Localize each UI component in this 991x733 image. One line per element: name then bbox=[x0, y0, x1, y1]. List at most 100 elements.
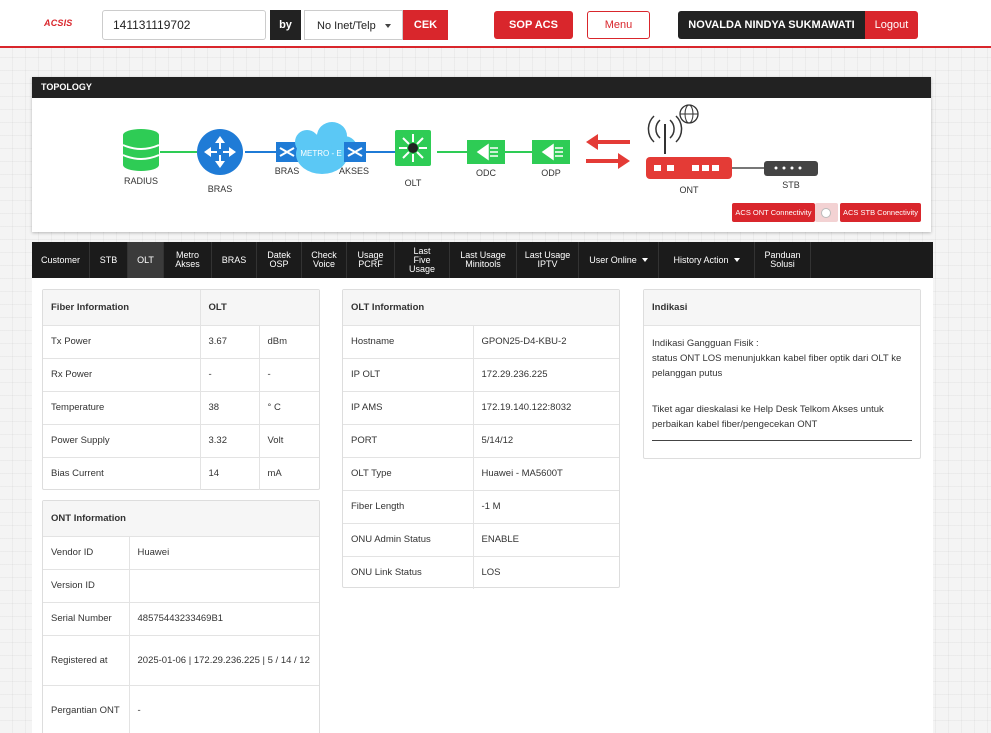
olt-value: Huawei - MA5600T bbox=[473, 457, 619, 491]
olt-title: OLT Information bbox=[343, 290, 619, 326]
top-bar: ACSIS by No Inet/Telp CEK SOP ACS Menu N… bbox=[0, 0, 991, 48]
tab-olt[interactable]: OLT bbox=[128, 242, 164, 278]
menu-button[interactable]: Menu bbox=[587, 11, 650, 39]
caret-down-icon bbox=[733, 258, 740, 262]
ont-label: Serial Number bbox=[43, 602, 130, 636]
olt-label: OLT Type bbox=[343, 457, 474, 491]
odc-icon bbox=[467, 140, 505, 164]
divider bbox=[652, 439, 912, 441]
tab-user-online-label: User Online bbox=[589, 254, 637, 265]
fiber-title: Fiber Information bbox=[43, 290, 201, 326]
acs-ont-connectivity-button[interactable]: ACS ONT Connectivity bbox=[732, 203, 815, 222]
bidirectional-arrows-icon bbox=[586, 134, 630, 169]
ont-label: Registered at bbox=[43, 635, 130, 686]
tab-stb[interactable]: STB bbox=[90, 242, 128, 278]
olt-value: 5/14/12 bbox=[473, 424, 619, 458]
olt-value: ENABLE bbox=[473, 523, 619, 557]
olt-value: LOS bbox=[481, 567, 501, 579]
fiber-value: 3.67 bbox=[200, 325, 260, 359]
tab-history-action[interactable]: History Action bbox=[659, 242, 755, 278]
olt-icon bbox=[395, 130, 431, 166]
fiber-unit: - bbox=[259, 358, 319, 392]
fiber-unit: mA bbox=[267, 468, 282, 480]
indikasi-body: Indikasi Gangguan Fisik : status ONT LOS… bbox=[644, 326, 920, 451]
fiber-label: Tx Power bbox=[43, 325, 201, 359]
search-type-select[interactable]: No Inet/Telp bbox=[304, 10, 403, 40]
switch-icon bbox=[276, 142, 298, 162]
ont-label: Version ID bbox=[43, 569, 130, 603]
by-label: by bbox=[270, 10, 301, 40]
olt-label: Fiber Length bbox=[343, 490, 474, 524]
ont-label: Pergantian ONT bbox=[43, 685, 130, 733]
connectivity-toggle[interactable] bbox=[815, 203, 838, 222]
olt-information-panel: OLT Information Hostname GPON25-D4-KBU-2… bbox=[342, 289, 620, 589]
router-icon bbox=[197, 129, 243, 175]
user-name: NOVALDA NINDYA SUKMAWATI bbox=[678, 11, 865, 39]
tab-last-usage-iptv[interactable]: Last Usage IPTV bbox=[517, 242, 579, 278]
olt-value: 172.19.140.122:8032 bbox=[473, 391, 619, 425]
fiber-unit: ° C bbox=[259, 391, 319, 425]
search-input[interactable] bbox=[102, 10, 266, 40]
tab-history-action-label: History Action bbox=[673, 254, 729, 265]
cek-button[interactable]: CEK bbox=[403, 10, 448, 40]
indikasi-line-3: Tiket agar dieskalasi ke Help Desk Telko… bbox=[652, 403, 884, 430]
olt-label: IP OLT bbox=[343, 358, 474, 392]
ont-router-icon bbox=[646, 157, 732, 179]
sop-acs-button[interactable]: SOP ACS bbox=[494, 11, 573, 39]
indikasi-line-1: Indikasi Gangguan Fisik : bbox=[652, 337, 759, 349]
label-akses: AKSES bbox=[339, 166, 369, 176]
tab-last-five-usage[interactable]: Last Five Usage bbox=[395, 242, 450, 278]
tab-usage-pcrf[interactable]: Usage PCRF bbox=[347, 242, 395, 278]
app-logo[interactable]: ACSIS bbox=[44, 18, 73, 28]
toggle-knob bbox=[821, 208, 831, 218]
ont-value: 48575443233469B1 bbox=[129, 602, 319, 636]
tab-last-usage-minitools[interactable]: Last Usage Minitools bbox=[450, 242, 517, 278]
label-bras-2: BRAS bbox=[275, 166, 300, 176]
topology-panel: TOPOLOGY RADIUS BRAS BRAS METRO - E AKSE… bbox=[32, 77, 931, 232]
switch-icon bbox=[344, 142, 366, 162]
fiber-unit: Volt bbox=[259, 424, 319, 458]
ont-value: 2025-01-06 | 172.29.236.225 | 5 / 14 / 1… bbox=[129, 635, 319, 686]
ont-value: - bbox=[129, 685, 319, 733]
label-stb: STB bbox=[782, 180, 800, 190]
olt-value: GPON25-D4-KBU-2 bbox=[473, 325, 619, 359]
wifi-icon bbox=[647, 115, 683, 154]
tab-metro-akses[interactable]: Metro Akses bbox=[164, 242, 212, 278]
label-metro: METRO - E bbox=[300, 149, 341, 158]
fiber-label: Rx Power bbox=[43, 358, 201, 392]
database-icon bbox=[122, 129, 160, 171]
caret-down-icon bbox=[385, 24, 391, 28]
main-content: Fiber Information OLT Tx Power 3.67 dBm … bbox=[32, 278, 933, 733]
label-odp: ODP bbox=[541, 168, 561, 178]
fiber-value: 38 bbox=[200, 391, 260, 425]
tab-user-online[interactable]: User Online bbox=[579, 242, 659, 278]
indikasi-line-2: status ONT LOS menunjukkan kabel fiber o… bbox=[652, 352, 902, 379]
olt-label: Hostname bbox=[343, 325, 474, 359]
logout-button[interactable]: Logout bbox=[865, 11, 918, 39]
caret-down-icon bbox=[641, 258, 648, 262]
fiber-information-panel: Fiber Information OLT Tx Power 3.67 dBm … bbox=[42, 289, 320, 490]
tab-bras[interactable]: BRAS bbox=[212, 242, 257, 278]
odp-icon bbox=[532, 140, 570, 164]
olt-label: IP AMS bbox=[343, 391, 474, 425]
olt-label: PORT bbox=[343, 424, 474, 458]
indikasi-panel: Indikasi Indikasi Gangguan Fisik : statu… bbox=[643, 289, 921, 459]
fiber-value: 14 bbox=[200, 457, 260, 490]
acs-stb-connectivity-button[interactable]: ACS STB Connectivity bbox=[840, 203, 921, 222]
tab-check-voice[interactable]: Check Voice bbox=[302, 242, 347, 278]
label-olt: OLT bbox=[405, 178, 422, 188]
label-bras: BRAS bbox=[208, 184, 233, 194]
search-type-value: No Inet/Telp bbox=[317, 20, 376, 32]
tab-datek-osp[interactable]: Datek OSP bbox=[257, 242, 302, 278]
fiber-label: Temperature bbox=[43, 391, 201, 425]
fiber-value: 3.32 bbox=[200, 424, 260, 458]
globe-icon bbox=[679, 104, 699, 124]
nav-tabs: Customer STB OLT Metro Akses BRAS Datek … bbox=[32, 242, 933, 278]
label-odc: ODC bbox=[476, 168, 497, 178]
olt-label: ONU Link Status bbox=[343, 556, 474, 589]
tab-customer[interactable]: Customer bbox=[32, 242, 90, 278]
label-radius: RADIUS bbox=[124, 176, 158, 186]
ont-value: Huawei bbox=[129, 536, 319, 570]
tab-panduan-solusi[interactable]: Panduan Solusi bbox=[755, 242, 811, 278]
fiber-olt-header: OLT bbox=[200, 290, 319, 326]
